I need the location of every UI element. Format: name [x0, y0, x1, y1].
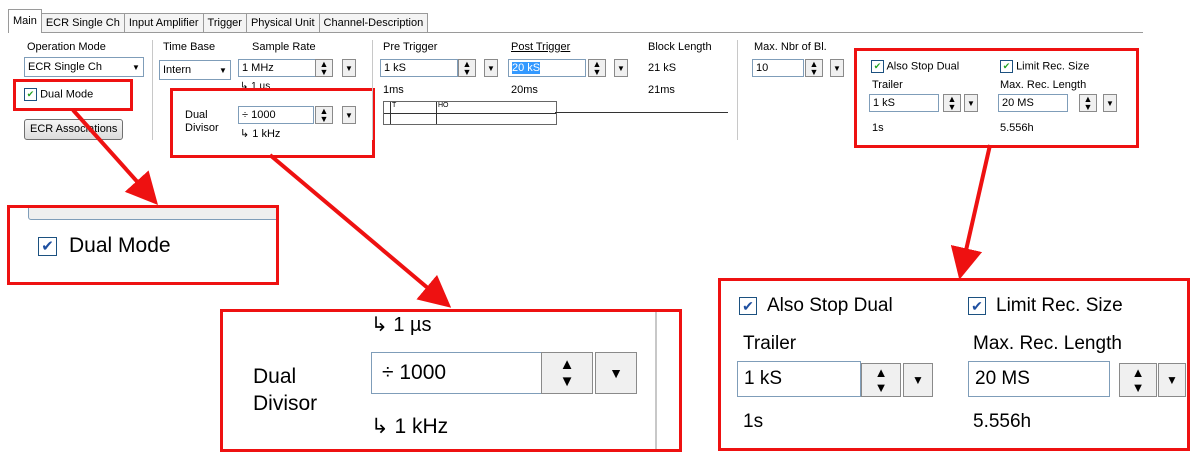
checkmark-icon: ✔	[38, 236, 57, 256]
divider	[655, 312, 657, 449]
zoom-dual-divisor-result-value: 1 kHz	[394, 415, 449, 438]
chevron-down-icon[interactable]: ▼	[595, 352, 637, 394]
zoom-dual-mode-label: Dual Mode	[69, 234, 171, 257]
zoom-dual-divisor-label-2: Divisor	[253, 392, 318, 415]
zoom-also-stop-dual-label: Also Stop Dual	[767, 295, 893, 316]
zoom-also-stop-dual-checkbox[interactable]: ✔ Also Stop Dual	[739, 295, 893, 317]
zoom-max-rec-length-input[interactable]: 20 MS	[968, 361, 1110, 397]
curved-arrow-icon: ↳	[371, 415, 395, 438]
zoom-trailer-input[interactable]: 1 kS	[737, 361, 861, 397]
zoom-limit-rec-size-checkbox[interactable]: ✔ Limit Rec. Size	[968, 295, 1123, 317]
zoom-button-edge	[28, 208, 276, 220]
zoom-sample-period: ↳ 1 µs	[371, 312, 432, 337]
arrow-to-dual-divisor-zoom	[268, 153, 452, 308]
zoom-limit-rec-size-label: Limit Rec. Size	[996, 295, 1123, 316]
zoom-dual-divisor-input[interactable]: ÷ 1000	[371, 352, 553, 394]
zoom-dual-divisor-result: ↳ 1 kHz	[371, 414, 448, 439]
curved-arrow-icon: ↳	[371, 314, 394, 336]
tab-main[interactable]: Main	[8, 9, 42, 33]
checkmark-icon: ✔	[739, 297, 757, 315]
spin-updown-icon[interactable]: ▲ ▼	[1119, 363, 1157, 397]
zoom-trailer-time: 1s	[743, 411, 764, 432]
chevron-down-icon[interactable]: ▼	[903, 363, 933, 397]
zoom-sample-period-value: 1 µs	[393, 314, 432, 336]
chevron-down-icon[interactable]: ▼	[1158, 363, 1186, 397]
zoom-max-rec-length-time: 5.556h	[973, 411, 1032, 432]
spin-updown-icon[interactable]: ▲ ▼	[541, 352, 593, 394]
zoom-dual-divisor: ↳ 1 µs Dual Divisor ÷ 1000 ▲ ▼ ▼ ↳ 1 kHz	[220, 309, 682, 452]
arrow-to-dual-mode-zoom	[71, 108, 159, 205]
zoom-trailer-label: Trailer	[743, 333, 797, 354]
arrow-to-record-options-zoom	[950, 144, 992, 280]
zoom-record-options: ✔ Also Stop Dual ✔ Limit Rec. Size Trail…	[718, 278, 1190, 451]
zoom-dual-divisor-label-1: Dual	[253, 365, 297, 388]
zoom-max-rec-length-label: Max. Rec. Length	[973, 333, 1122, 354]
zoom-dual-mode: ✔ Dual Mode	[7, 205, 279, 285]
spin-updown-icon[interactable]: ▲ ▼	[861, 363, 901, 397]
checkmark-icon: ✔	[968, 297, 986, 315]
zoom-dual-mode-checkbox[interactable]: ✔ Dual Mode	[38, 234, 171, 258]
